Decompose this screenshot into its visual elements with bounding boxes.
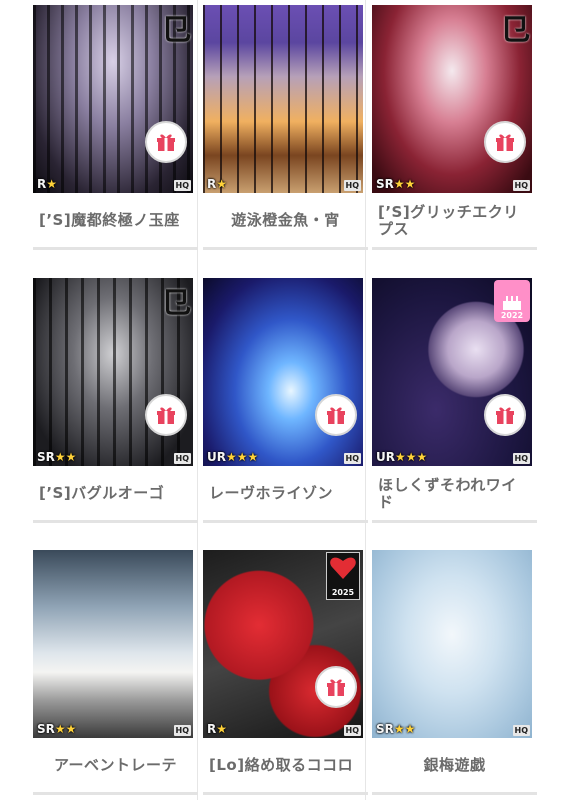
decor-glyph: ⺋ (161, 13, 191, 48)
hq-badge: HQ (173, 453, 191, 464)
hq-badge: HQ (343, 725, 361, 736)
rarity-badge: R★ (207, 722, 228, 736)
item-label[interactable]: [’S]魔都終極ノ玉座 (33, 194, 198, 250)
gift-icon[interactable] (145, 121, 187, 163)
hq-badge: HQ (173, 180, 191, 191)
hq-badge: HQ (343, 180, 361, 191)
love-badge: 2025 (326, 552, 360, 600)
item-thumbnail[interactable]: ⺋ SR★★ HQ (33, 278, 193, 466)
item-label[interactable]: 銀梅遊戯 (372, 739, 537, 795)
rarity-badge: UR★★★ (376, 450, 428, 464)
gift-icon[interactable] (484, 121, 526, 163)
rarity-badge: SR★★ (37, 450, 77, 464)
item-thumbnail[interactable]: R★ HQ (203, 5, 363, 193)
item-thumbnail[interactable]: ⺋ R★ HQ (33, 5, 193, 193)
gift-icon[interactable] (145, 394, 187, 436)
item-thumbnail[interactable]: 2022 UR★★★ HQ (372, 278, 532, 466)
item-thumbnail[interactable]: SR★★ HQ (33, 550, 193, 738)
item-label[interactable]: アーベントレーテ (33, 739, 198, 795)
item-grid: ⺋ R★ HQ [’S]魔都終極ノ玉座 R★ HQ 遊泳橙金魚・宵 ⺋ SR★★… (0, 0, 565, 800)
decor-glyph: ⺋ (161, 286, 191, 321)
item-label[interactable]: [Lo]絡め取るココロ (203, 739, 368, 795)
rarity-badge: UR★★★ (207, 450, 259, 464)
hq-badge: HQ (173, 725, 191, 736)
item-label[interactable]: ほしくずそわれワイド (372, 467, 537, 523)
gift-icon[interactable] (315, 666, 357, 708)
hq-badge: HQ (512, 180, 530, 191)
hq-badge: HQ (512, 725, 530, 736)
column-divider (365, 0, 366, 800)
item-label[interactable]: レーヴホライゾン (203, 467, 368, 523)
decor-glyph: ⺋ (500, 13, 530, 48)
item-label[interactable]: [’S]グリッチエクリプス (372, 194, 537, 250)
badge-year: 2022 (500, 311, 524, 320)
hq-badge: HQ (512, 453, 530, 464)
rarity-badge: SR★★ (37, 722, 77, 736)
gift-icon[interactable] (484, 394, 526, 436)
item-thumbnail[interactable]: UR★★★ HQ (203, 278, 363, 466)
rarity-badge: R★ (37, 177, 58, 191)
badge-year: 2025 (331, 588, 355, 597)
rarity-badge: SR★★ (376, 177, 416, 191)
item-thumbnail[interactable]: ⺋ SR★★ HQ (372, 5, 532, 193)
item-label[interactable]: [’S]バグルオーゴ (33, 467, 198, 523)
birthday-badge: 2022 (494, 280, 530, 322)
rarity-badge: SR★★ (376, 722, 416, 736)
column-divider (197, 0, 198, 800)
item-thumbnail[interactable]: 2025 R★ HQ (203, 550, 363, 738)
rarity-badge: R★ (207, 177, 228, 191)
item-thumbnail[interactable]: SR★★ HQ (372, 550, 532, 738)
gift-icon[interactable] (315, 394, 357, 436)
hq-badge: HQ (343, 453, 361, 464)
item-label[interactable]: 遊泳橙金魚・宵 (203, 194, 368, 250)
